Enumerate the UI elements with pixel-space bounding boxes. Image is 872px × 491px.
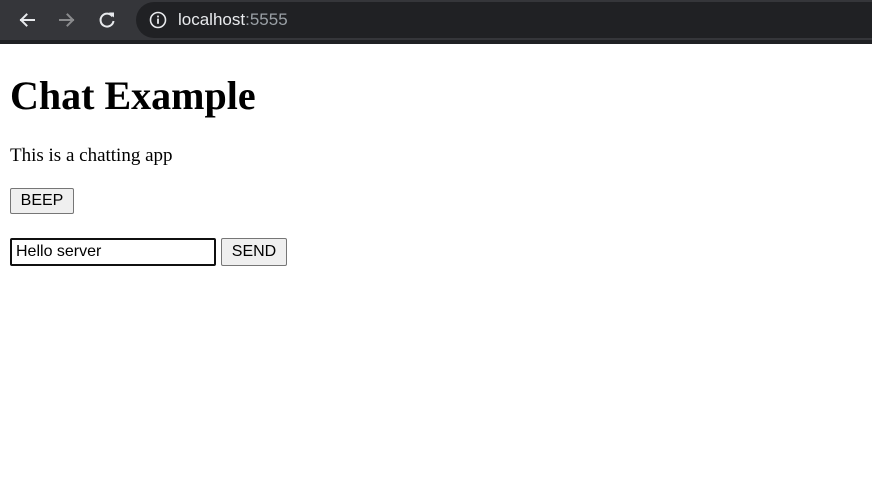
back-button[interactable] [15, 8, 39, 32]
arrow-left-icon [19, 13, 35, 27]
beep-button[interactable]: BEEP [10, 188, 74, 214]
send-button[interactable]: SEND [221, 238, 287, 266]
page-description: This is a chatting app [10, 145, 173, 166]
message-input[interactable] [10, 238, 216, 266]
forward-button[interactable] [55, 8, 79, 32]
browser-toolbar: localhost:5555 [0, 0, 872, 44]
url-port: :5555 [245, 10, 288, 29]
url-text: localhost:5555 [178, 10, 288, 30]
info-icon[interactable] [148, 10, 168, 30]
page-title: Chat Example [10, 73, 256, 118]
arrow-right-icon [59, 13, 75, 27]
reload-button[interactable] [95, 8, 119, 32]
reload-icon [99, 12, 115, 28]
url-host: localhost [178, 10, 246, 29]
address-bar[interactable]: localhost:5555 [136, 2, 872, 38]
